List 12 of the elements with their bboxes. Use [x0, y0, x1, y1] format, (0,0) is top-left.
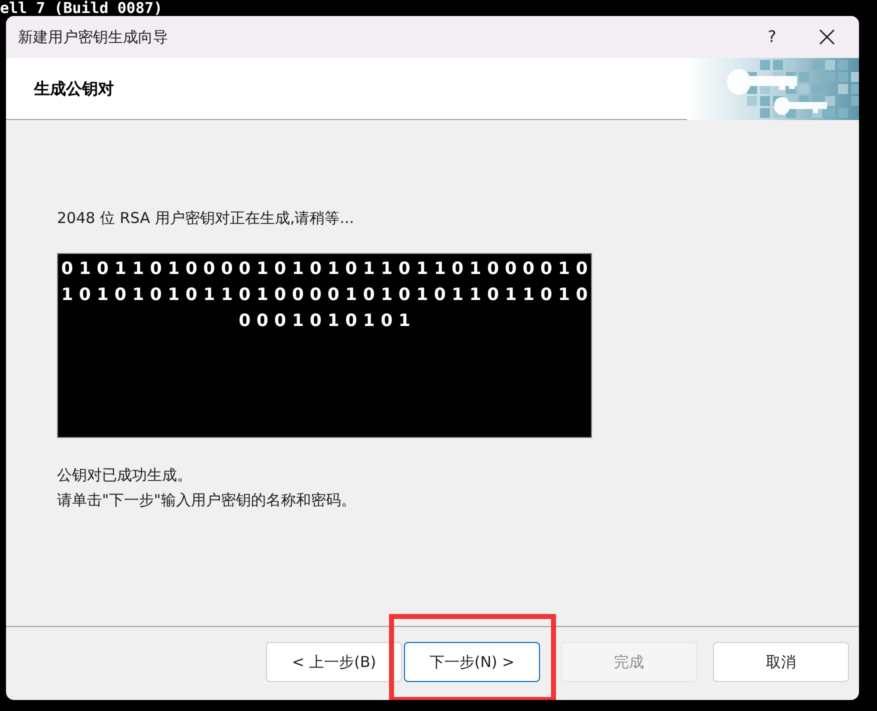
message-text: 公钥对已成功生成。: [57, 465, 193, 485]
window-title: 新建用户密钥生成向导: [18, 26, 168, 48]
wizard-button[interactable]: 取消: [713, 642, 849, 682]
wizard-button[interactable]: < 上一步(B): [266, 642, 402, 682]
help-button[interactable]: ?: [749, 16, 795, 58]
wizard-button[interactable]: 下一步(N) >: [404, 642, 540, 682]
status-text: 2048 位 RSA 用户密钥对正在生成,请稍等...: [57, 208, 356, 228]
message-text: 请单击"下一步"输入用户密钥的名称和密码。: [57, 490, 357, 510]
close-icon: [819, 29, 835, 45]
page-title: 生成公钥对: [34, 78, 114, 100]
terminal-title: ell 7 (Build 0087): [0, 0, 163, 16]
binary-output: 0 1 0 1 1 0 1 0 0 0 0 1 0 1 0 1 0 1 1 0 1 1 0 1 0 0 0 0 1 0 1 0 1 0 1 0 1 0 1 1 0 1 0 0 0 0 1 0 1 0 1 0 1 1 0 1 1 0 1 0 0 0 0 1 0 1 0 1 0 1: [57, 253, 592, 438]
